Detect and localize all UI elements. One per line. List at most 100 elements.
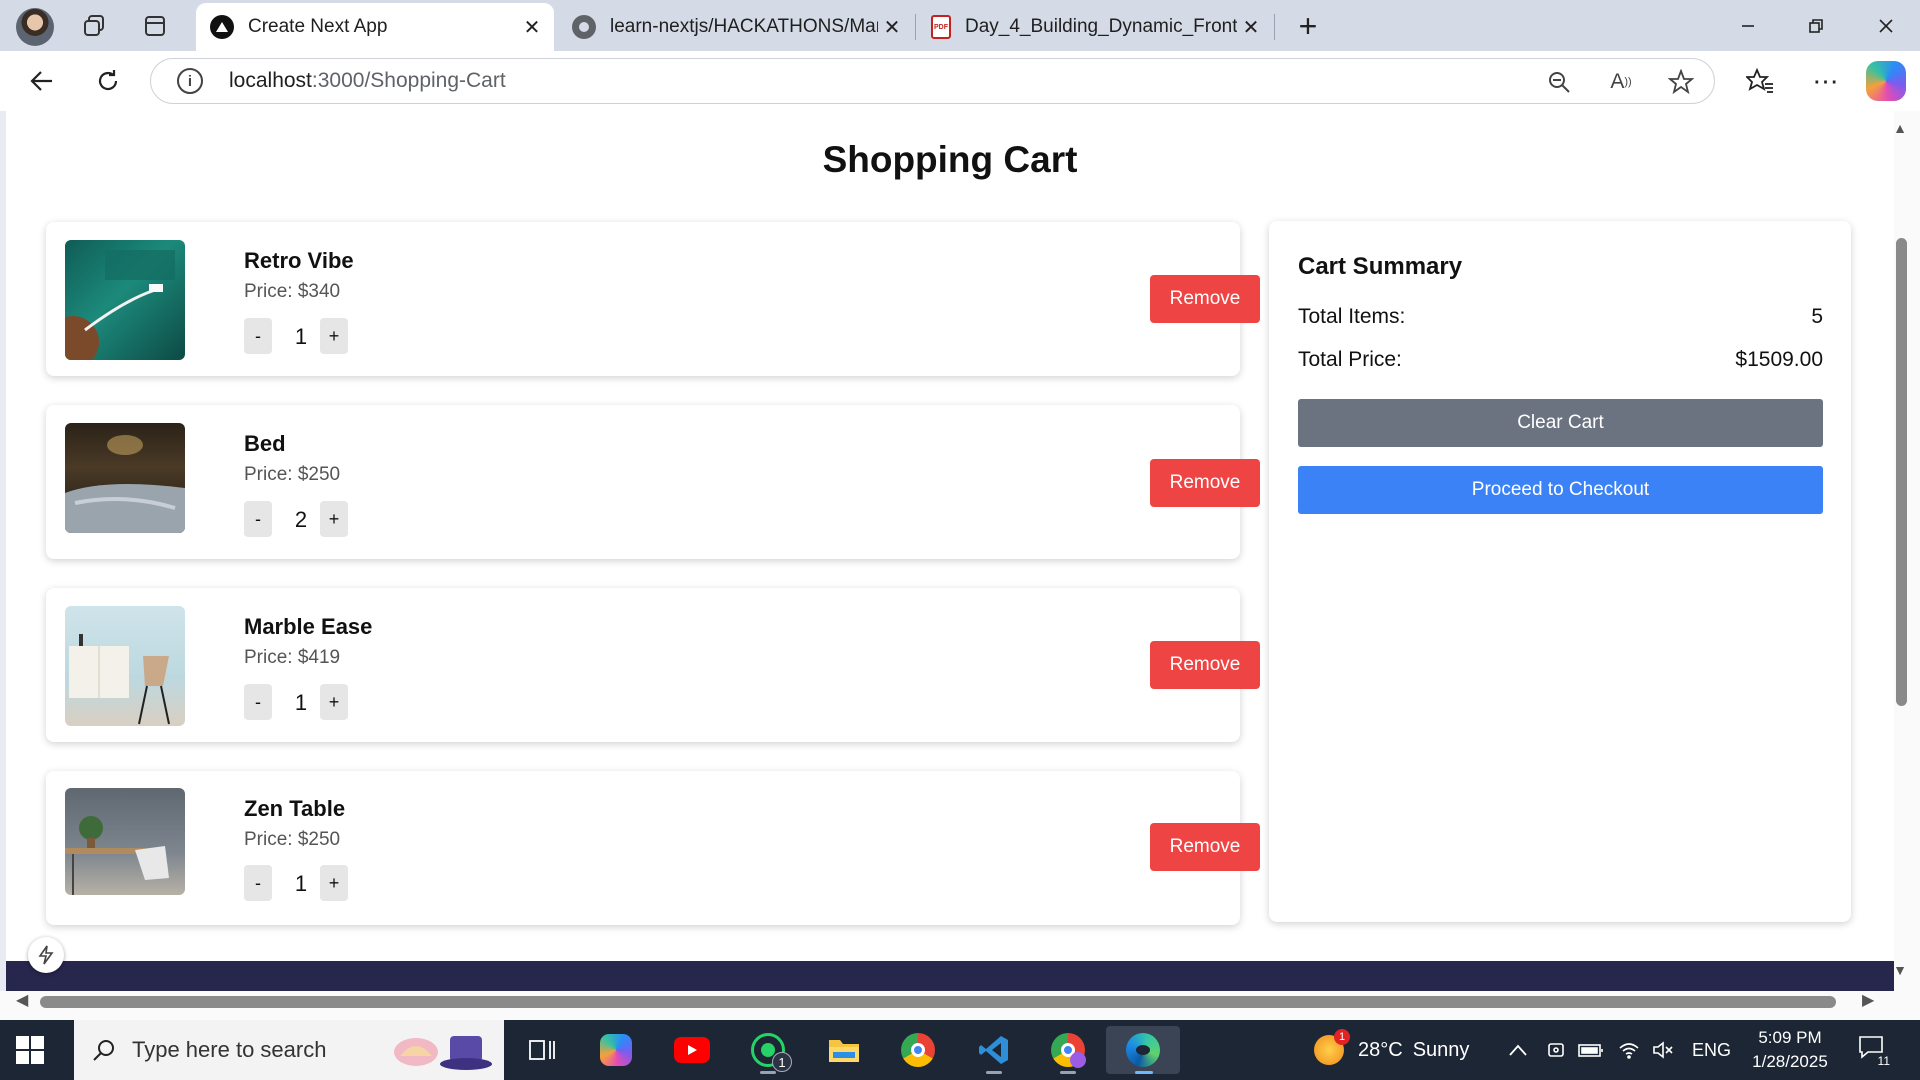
url-host: localhost [229,69,312,92]
increase-quantity-button[interactable]: + [320,684,348,720]
tab-close-icon[interactable]: ✕ [1237,13,1265,41]
zoom-out-icon[interactable] [1541,64,1577,100]
item-price: Price: $419 [244,647,341,668]
weather-badge: 1 [1334,1029,1350,1045]
scroll-down-arrow-icon[interactable]: ▼ [1893,962,1907,978]
youtube-app-icon[interactable] [668,1026,716,1074]
page-title: Shopping Cart [822,139,1078,180]
cart-item-card: Zen Table Price: $250 - 1 + Remove [46,771,1260,925]
url-text[interactable]: localhost:3000/Shopping-Cart [229,69,506,93]
chrome-profile-app-icon[interactable] [1044,1026,1092,1074]
chrome-app-icon[interactable] [894,1026,942,1074]
page-footer [6,961,1894,993]
scroll-up-arrow-icon[interactable]: ▲ [1893,120,1907,136]
language-indicator[interactable]: ENG [1692,1020,1731,1080]
new-tab-icon[interactable]: + [1290,8,1326,44]
tab-close-icon[interactable]: ✕ [518,13,546,41]
proceed-to-checkout-button[interactable]: Proceed to Checkout [1298,466,1823,514]
total-items-value: 5 [1811,305,1823,328]
tab-create-next-app[interactable]: Create Next App ✕ [196,3,554,51]
decrease-quantity-button[interactable]: - [244,318,272,354]
file-explorer-icon[interactable] [820,1026,868,1074]
minimize-icon[interactable] [1720,6,1776,46]
weather-widget[interactable]: 1 28°C Sunny [1314,1020,1469,1080]
whatsapp-app-icon[interactable]: 1 [744,1026,792,1074]
refresh-icon[interactable] [88,61,128,101]
remove-item-button[interactable]: Remove [1150,459,1260,507]
windows-start-icon[interactable] [16,1036,44,1064]
back-arrow-icon[interactable] [22,61,62,101]
notification-count: 11 [1875,1054,1892,1068]
quantity-value: 1 [294,690,308,715]
remove-item-button[interactable]: Remove [1150,641,1260,689]
copilot-app-icon[interactable] [592,1026,640,1074]
decrease-quantity-button[interactable]: - [244,501,272,537]
total-price-row: Total Price: $1509.00 [1298,348,1823,372]
pdf-favicon-icon: PDF [931,15,951,39]
horizontal-scrollbar-thumb[interactable] [40,996,1836,1008]
github-favicon-icon [572,15,596,39]
clock-time: 5:09 PM [1758,1028,1822,1047]
volume-muted-icon[interactable] [1652,1020,1674,1080]
site-info-icon[interactable]: i [177,68,203,94]
favorite-star-icon[interactable] [1663,64,1699,100]
cart-item-card: Bed Price: $250 - 2 + Remove [46,405,1260,559]
weather-condition: Sunny [1412,1038,1470,1061]
remove-item-button[interactable]: Remove [1150,275,1260,323]
item-price: Price: $250 [244,464,341,485]
copilot-icon[interactable] [1866,61,1906,101]
scroll-left-arrow-icon[interactable]: ◀ [16,990,28,1010]
decrease-quantity-button[interactable]: - [244,684,272,720]
close-window-icon[interactable] [1858,6,1914,46]
whatsapp-badge: 1 [772,1052,792,1072]
item-name: Bed [244,431,286,456]
tab-title: learn-nextjs/HACKATHONS/Marke [610,16,878,37]
cart-item-card: Retro Vibe Price: $340 - 1 + Remove [46,222,1260,376]
search-icon [90,1036,118,1064]
item-name: Retro Vibe [244,248,354,273]
total-price-value: $1509.00 [1735,348,1823,371]
clear-cart-button[interactable]: Clear Cart [1298,399,1823,447]
clock-date: 1/28/2025 [1752,1052,1828,1071]
increase-quantity-button[interactable]: + [320,501,348,537]
taskbar-search-box[interactable]: Type here to search [74,1020,504,1080]
increase-quantity-button[interactable]: + [320,318,348,354]
tab-actions-icon[interactable] [137,8,173,44]
tab-close-icon[interactable]: ✕ [878,13,906,41]
product-image [65,423,185,533]
scroll-right-arrow-icon[interactable]: ▶ [1862,990,1874,1010]
notification-center-icon[interactable]: 11 [1858,1034,1892,1068]
show-hidden-icons-chevron-icon[interactable] [1508,1020,1528,1080]
page-viewport: Shopping Cart Retro Vibe Price: $340 - 1… [6,111,1894,1021]
item-price: Price: $340 [244,281,341,302]
remove-item-button[interactable]: Remove [1150,823,1260,871]
workspaces-icon[interactable] [76,8,112,44]
vertical-scrollbar-thumb[interactable] [1896,238,1907,706]
nextjs-devtools-icon[interactable] [28,937,64,973]
weather-temperature: 28°C [1358,1038,1403,1061]
system-clock[interactable]: 5:09 PM 1/28/2025 [1740,1026,1840,1074]
wifi-icon[interactable] [1618,1020,1640,1080]
vscode-app-icon[interactable] [970,1026,1018,1074]
screen: Create Next App ✕ learn-nextjs/HACKATHON… [0,0,1920,1080]
read-aloud-icon[interactable]: A)) [1603,64,1639,100]
restore-icon[interactable] [1788,6,1844,46]
battery-icon[interactable] [1578,1020,1604,1080]
browser-toolbar: i localhost:3000/Shopping-Cart A)) ⋯ [0,51,1920,111]
profile-avatar[interactable] [16,8,54,46]
tab-title: Day_4_Building_Dynamic_Fronten [965,16,1237,37]
edge-app-icon[interactable] [1106,1026,1180,1074]
task-view-icon[interactable] [518,1026,566,1074]
decrease-quantity-button[interactable]: - [244,865,272,901]
total-price-label: Total Price: [1298,348,1402,371]
tab-separator [915,14,916,40]
address-bar[interactable]: i localhost:3000/Shopping-Cart A)) [150,58,1715,104]
meet-now-icon[interactable] [1546,1020,1566,1080]
item-price: Price: $250 [244,829,341,850]
increase-quantity-button[interactable]: + [320,865,348,901]
tab-pdf-document[interactable]: PDF Day_4_Building_Dynamic_Fronten ✕ [917,3,1273,51]
more-options-icon[interactable]: ⋯ [1806,61,1846,101]
tab-github-repo[interactable]: learn-nextjs/HACKATHONS/Marke ✕ [558,3,914,51]
item-name: Marble Ease [244,614,373,639]
favorites-icon[interactable] [1740,61,1780,101]
